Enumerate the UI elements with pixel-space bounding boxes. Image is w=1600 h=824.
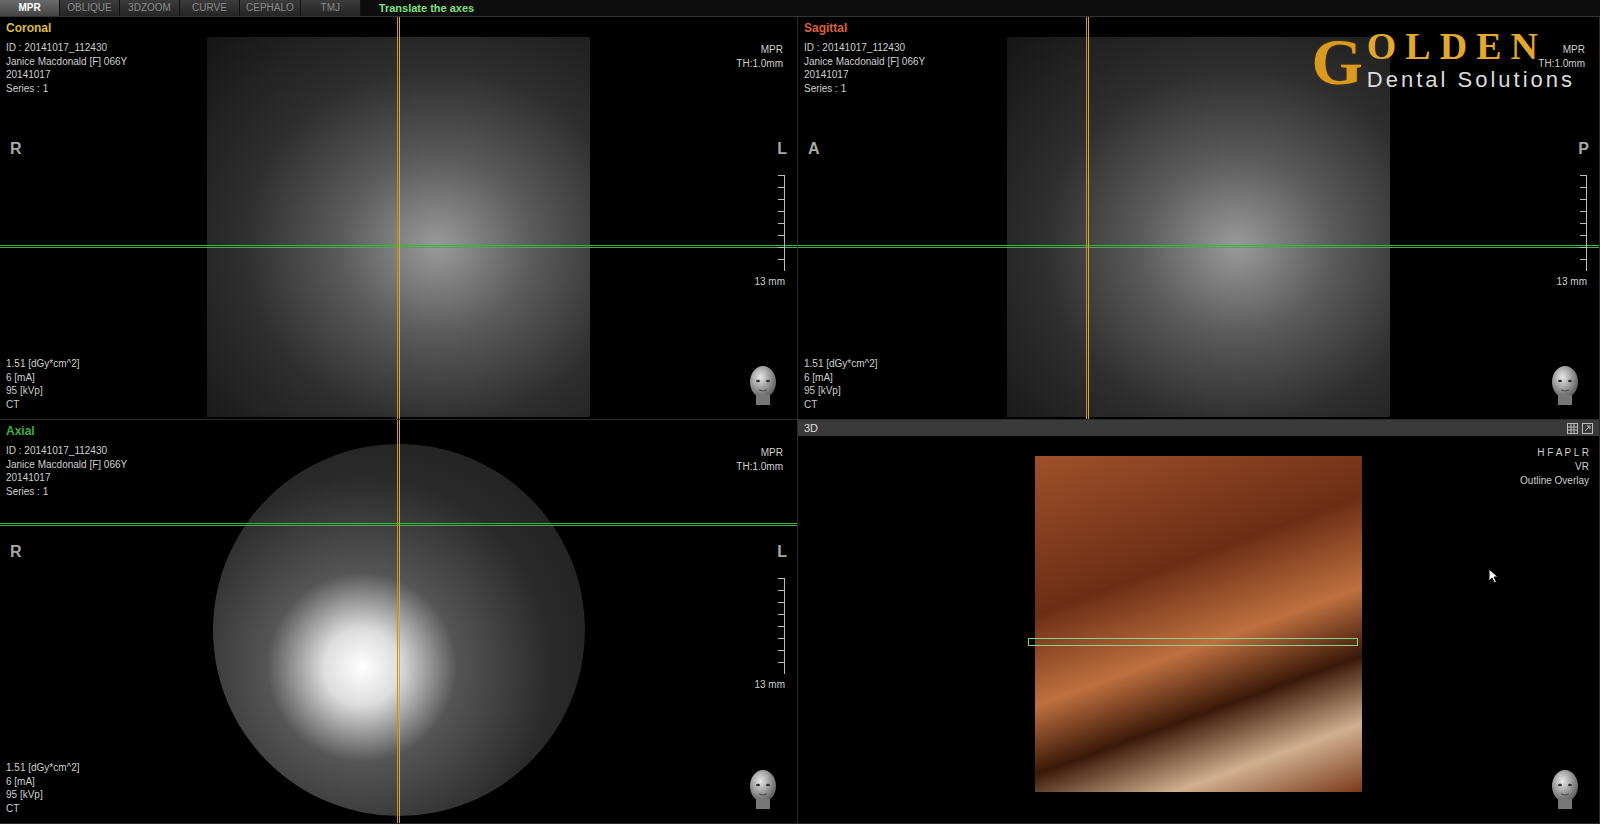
scale-label: 13 mm [754, 677, 785, 692]
vertical-axis-line[interactable] [397, 17, 400, 419]
panel-title: 3D [804, 420, 818, 436]
image-area[interactable] [207, 17, 590, 417]
panel-header: 3D [798, 420, 1599, 436]
mode-label: MPR [736, 43, 783, 57]
exposure-line: 6 [mA] [6, 775, 80, 789]
logo-word: OLDEN [1367, 27, 1575, 65]
exposure-info: 1.51 [dGy*cm^2]6 [mA]95 [kVp]CT [6, 761, 80, 815]
info-line: 20141017 [6, 68, 127, 82]
info-line: Janice Macdonald [F] 066Y [804, 55, 925, 69]
orientation-right: L [777, 137, 787, 161]
patient-info: ID : 20141017_112430Janice Macdonald [F]… [6, 41, 127, 95]
scale-label: 13 mm [1556, 274, 1587, 289]
head-orientation-icon [745, 767, 781, 811]
thickness-label: TH:1.0mm [736, 57, 783, 71]
mode-label: MPR [736, 446, 783, 460]
view-tab[interactable]: 3DZOOM [120, 0, 180, 16]
exposure-line: 6 [mA] [6, 371, 80, 385]
render-settings: H F A P L RVROutline Overlay [1520, 446, 1589, 488]
patient-info: ID : 20141017_112430Janice Macdonald [F]… [804, 41, 925, 95]
view-panel[interactable]: Axial ID : 20141017_112430Janice Macdonal… [0, 420, 798, 824]
orientation-right: P [1578, 137, 1589, 161]
orientation-left: R [10, 137, 22, 161]
scale-bar: 13 mm [1556, 175, 1587, 289]
view-title: Sagittal [804, 19, 847, 37]
logo-text: OLDEN Dental Solutions [1367, 27, 1575, 91]
orientation-right: L [777, 540, 787, 564]
horizontal-axis-line[interactable] [0, 523, 797, 526]
exposure-line: 1.51 [dGy*cm^2] [804, 357, 878, 371]
ct-slice-image[interactable] [206, 440, 591, 820]
patient-info: ID : 20141017_112430Janice Macdonald [F]… [6, 444, 127, 498]
scale-bar: 13 mm [754, 175, 785, 289]
company-logo: GOLDEN Dental Solutions [1311, 27, 1575, 95]
status-hint: Translate the axes [361, 0, 474, 16]
maximize-icon[interactable] [1582, 423, 1593, 434]
orientation-buttons[interactable]: H F A P L R [1520, 446, 1589, 460]
info-line: 20141017 [6, 471, 127, 485]
vertical-axis-line[interactable] [397, 420, 400, 823]
exposure-info: 1.51 [dGy*cm^2]6 [mA]95 [kVp]CT [804, 357, 878, 411]
scale-ruler [1579, 175, 1587, 271]
exposure-line: 1.51 [dGy*cm^2] [6, 357, 80, 371]
slice-settings: MPRTH:1.0mm [736, 446, 783, 473]
render-mode: VR [1520, 460, 1589, 474]
info-line: Series : 1 [6, 82, 127, 96]
vertical-axis-line[interactable] [1086, 17, 1089, 419]
view-tab[interactable]: CURVE [180, 0, 240, 16]
scale-ruler [777, 175, 785, 271]
volume-render-image[interactable] [1035, 456, 1362, 792]
view-tab[interactable]: OBLIQUE [60, 0, 120, 16]
horizontal-axis-line[interactable] [798, 245, 1599, 248]
exposure-line: 95 [kVp] [6, 788, 80, 802]
exposure-line: 95 [kVp] [6, 384, 80, 398]
info-line: Series : 1 [6, 485, 127, 499]
slice-settings: MPRTH:1.0mm [736, 43, 783, 70]
info-line: ID : 20141017_112430 [6, 41, 127, 55]
image-area[interactable] [206, 420, 591, 820]
viewport-grid: CoronalID : 20141017_112430Janice Macdon… [0, 17, 1600, 824]
ct-slice-image[interactable] [207, 37, 590, 417]
mouse-cursor-icon [1488, 568, 1500, 584]
info-line: Janice Macdonald [F] 066Y [6, 458, 127, 472]
info-line: Janice Macdonald [F] 066Y [6, 55, 127, 69]
exposure-line: CT [6, 802, 80, 816]
head-orientation-icon [1547, 363, 1583, 407]
header-icons [1567, 423, 1593, 434]
layout-grid-icon[interactable] [1567, 423, 1578, 434]
orientation-left: R [10, 540, 22, 564]
info-line: Series : 1 [804, 82, 925, 96]
scale-label: 13 mm [754, 274, 785, 289]
exposure-info: 1.51 [dGy*cm^2]6 [mA]95 [kVp]CT [6, 357, 80, 411]
view-title: Axial [6, 422, 35, 440]
logo-subtitle: Dental Solutions [1367, 69, 1575, 91]
info-line: ID : 20141017_112430 [804, 41, 925, 55]
axial-plane-outline [1028, 638, 1358, 646]
orientation-left: A [808, 137, 820, 161]
exposure-line: 95 [kVp] [804, 384, 878, 398]
render-3d-panel[interactable]: 3D H F A P L RVROutline Overlay [798, 420, 1600, 824]
view-panel[interactable]: Sagittal ID : 20141017_112430Janice Macdo… [798, 17, 1600, 420]
view-tab[interactable]: MPR [0, 0, 60, 16]
scale-ruler [777, 578, 785, 674]
head-orientation-icon [1547, 767, 1583, 811]
thickness-label: TH:1.0mm [736, 460, 783, 474]
toolbar: MPROBLIQUE3DZOOMCURVECEPHALOTMJTranslate… [0, 0, 1600, 17]
horizontal-axis-line[interactable] [0, 245, 797, 248]
exposure-line: 1.51 [dGy*cm^2] [6, 761, 80, 775]
view-tab[interactable]: CEPHALO [240, 0, 301, 16]
exposure-line: 6 [mA] [804, 371, 878, 385]
view-tab[interactable]: TMJ [301, 0, 361, 16]
view-title: Coronal [6, 19, 51, 37]
head-orientation-icon [745, 363, 781, 407]
logo-initial: G [1311, 29, 1362, 95]
overlay-mode: Outline Overlay [1520, 474, 1589, 488]
exposure-line: CT [804, 398, 878, 412]
info-line: 20141017 [804, 68, 925, 82]
info-line: ID : 20141017_112430 [6, 444, 127, 458]
view-panel[interactable]: Coronal ID : 20141017_112430Janice Macdon… [0, 17, 798, 420]
exposure-line: CT [6, 398, 80, 412]
scale-bar: 13 mm [754, 578, 785, 692]
ct-slice-disc [213, 444, 585, 816]
